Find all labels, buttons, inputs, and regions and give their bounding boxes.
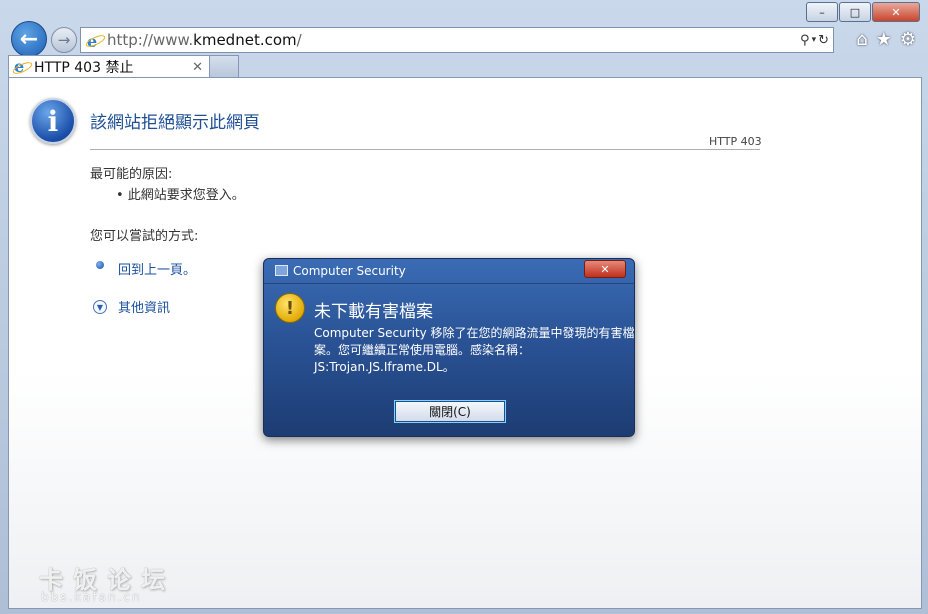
info-icon: i [30, 98, 76, 144]
warning-icon: ! [275, 293, 305, 323]
go-back-link[interactable]: 回到上一頁。 [118, 259, 196, 278]
maximize-button[interactable]: □ [839, 2, 871, 22]
more-info-link[interactable]: 其他資訊 [118, 297, 170, 316]
dropdown-icon[interactable]: ▾ [812, 35, 817, 45]
http-code: HTTP 403 [709, 135, 762, 148]
arrow-left-icon: ← [19, 26, 39, 52]
gear-icon[interactable]: ⚙ [900, 29, 916, 50]
dialog-heading: 未下載有害檔案 [314, 302, 433, 322]
security-dialog: Computer Security ✕ ! 未下載有害檔案 Computer S… [263, 258, 635, 437]
cause-item: • 此網站要求您登入。 [116, 188, 245, 203]
dialog-close-button[interactable]: ✕ [584, 260, 626, 278]
dialog-titlebar[interactable]: Computer Security ✕ [264, 259, 634, 284]
home-icon[interactable]: ⌂ [856, 29, 867, 50]
refresh-icon[interactable]: ↻ [818, 33, 829, 48]
arrow-right-icon: → [57, 31, 71, 49]
message-line: JS:Trojan.JS.Iframe.DL。 [314, 360, 455, 374]
favorites-star-icon[interactable]: ★ [876, 29, 892, 50]
back-button[interactable]: ← [11, 21, 47, 57]
page-title: 該網站拒絕顯示此網頁 [90, 113, 260, 133]
forward-button[interactable]: → [51, 27, 77, 53]
close-button[interactable]: 關閉(C) [395, 401, 505, 422]
cause-heading: 最可能的原因: [90, 167, 173, 182]
watermark-url: bbs.kafan.cn [41, 590, 142, 604]
url-text[interactable]: http://www.kmednet.com/ [107, 31, 302, 49]
close-window-button[interactable]: ✕ [872, 2, 920, 22]
dialog-message: Computer Security 移除了在您的網路流量中發現的有害檔 案。您可… [314, 325, 635, 376]
bullet-icon [96, 261, 104, 269]
tab-title: HTTP 403 禁止 [34, 60, 134, 76]
ie-logo-icon: e [11, 59, 34, 77]
new-tab-button[interactable] [209, 55, 239, 78]
message-line: Computer Security 移除了在您的網路流量中發現的有害檔 [314, 326, 635, 340]
dialog-title: Computer Security [293, 264, 406, 278]
window-controls: – □ ✕ [805, 2, 920, 22]
search-icon[interactable]: ⚲ [800, 33, 810, 48]
address-bar[interactable]: e http://www.kmednet.com/ ⚲ ▾ ↻ [80, 27, 834, 53]
try-heading: 您可以嘗試的方式: [90, 229, 199, 244]
divider [90, 149, 760, 150]
tab-http-403[interactable]: e HTTP 403 禁止 ✕ [8, 55, 210, 78]
monitor-icon [275, 265, 288, 276]
tab-close-icon[interactable]: ✕ [192, 60, 203, 75]
minimize-button[interactable]: – [806, 2, 838, 22]
message-line: 案。您可繼續正常使用電腦。感染名稱： [314, 343, 531, 357]
ie-logo-icon: e [84, 32, 107, 50]
chevron-down-icon[interactable]: ▼ [93, 300, 107, 314]
toolbar: ⌂ ★ ⚙ [856, 29, 916, 50]
